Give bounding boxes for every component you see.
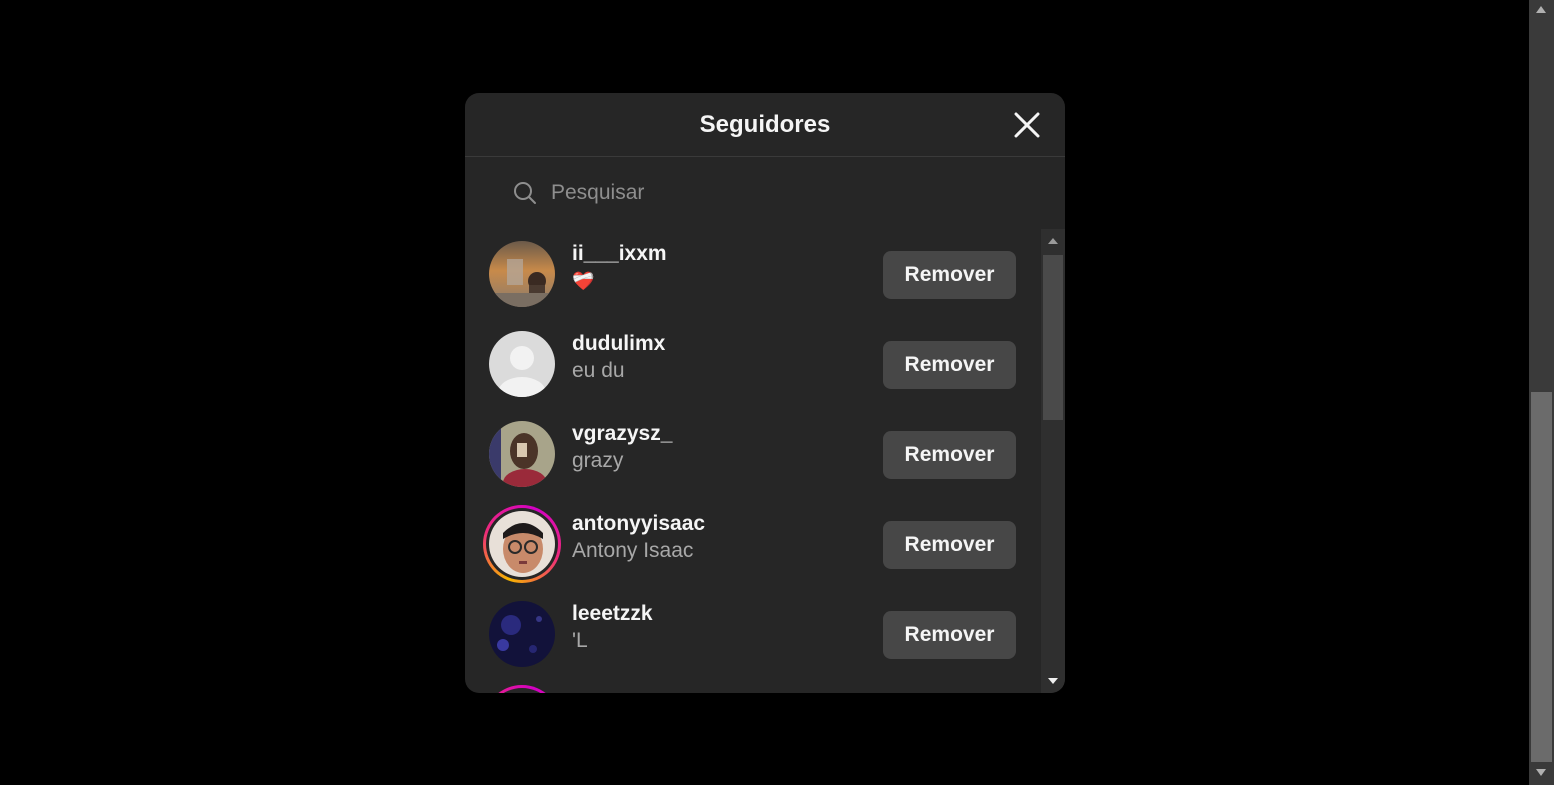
remove-button[interactable]: Remover (883, 611, 1016, 659)
list-item: vgrazysz_ grazy Remover (465, 409, 1040, 499)
avatar-story-ring[interactable] (483, 505, 561, 583)
username[interactable]: leeetzzk (572, 601, 653, 627)
avatar-photo (489, 241, 555, 307)
search-input[interactable] (549, 180, 953, 206)
username[interactable]: dudulimx (572, 331, 665, 357)
scroll-down-arrow-icon[interactable] (1536, 769, 1546, 776)
list-scrollbar[interactable] (1041, 229, 1065, 693)
scroll-down-arrow-icon[interactable] (1048, 678, 1058, 684)
remove-button[interactable]: Remover (883, 341, 1016, 389)
page-scrollbar-thumb[interactable] (1531, 392, 1552, 762)
avatar[interactable] (489, 421, 555, 487)
full-name: ❤️‍🩹 (572, 271, 595, 291)
user-names: vgrazysz_ grazy (572, 421, 672, 475)
page-scrollbar[interactable] (1529, 0, 1554, 785)
user-names: antonyyisaac Antony Isaac (572, 511, 705, 565)
avatar[interactable] (489, 331, 555, 397)
scroll-up-arrow-icon[interactable] (1048, 238, 1058, 244)
list-item: ii___ixxm ❤️‍🩹 Remover (465, 229, 1040, 319)
username[interactable]: ii___ixxm (572, 241, 667, 267)
list-item: dudulimx eu du Remover (465, 319, 1040, 409)
list-item-partial (465, 679, 1040, 693)
scroll-up-arrow-icon[interactable] (1536, 6, 1546, 13)
user-names: leeetzzk 'L (572, 601, 653, 655)
remove-button[interactable]: Remover (883, 431, 1016, 479)
avatar-photo (489, 421, 555, 487)
avatar-story-ring[interactable] (483, 685, 561, 693)
default-avatar-icon (489, 331, 555, 397)
remove-button[interactable]: Remover (883, 521, 1016, 569)
close-icon (1014, 112, 1040, 138)
username[interactable]: antonyyisaac (572, 511, 705, 537)
avatar-photo (489, 601, 555, 667)
avatar[interactable] (489, 601, 555, 667)
modal-title: Seguidores (699, 110, 831, 138)
username[interactable]: vgrazysz_ (572, 421, 672, 447)
list-item: antonyyisaac Antony Isaac Remover (465, 499, 1040, 589)
followers-list: ii___ixxm ❤️‍🩹 Remover dudulimx eu du Re… (465, 229, 1065, 693)
full-name: grazy (572, 449, 624, 472)
user-names: dudulimx eu du (572, 331, 665, 385)
avatar[interactable] (489, 241, 555, 307)
search-bar (465, 157, 1065, 229)
list-scrollbar-thumb[interactable] (1043, 255, 1063, 420)
avatar-photo (489, 511, 555, 577)
search-icon (514, 182, 536, 204)
full-name: 'L (572, 629, 588, 652)
user-names: ii___ixxm ❤️‍🩹 (572, 241, 667, 295)
full-name: eu du (572, 359, 625, 382)
modal-header: Seguidores (465, 93, 1065, 157)
remove-button[interactable]: Remover (883, 251, 1016, 299)
list-item: leeetzzk 'L Remover (465, 589, 1040, 679)
followers-modal: Seguidores (465, 93, 1065, 693)
full-name: Antony Isaac (572, 539, 694, 562)
close-button[interactable] (1013, 111, 1041, 139)
